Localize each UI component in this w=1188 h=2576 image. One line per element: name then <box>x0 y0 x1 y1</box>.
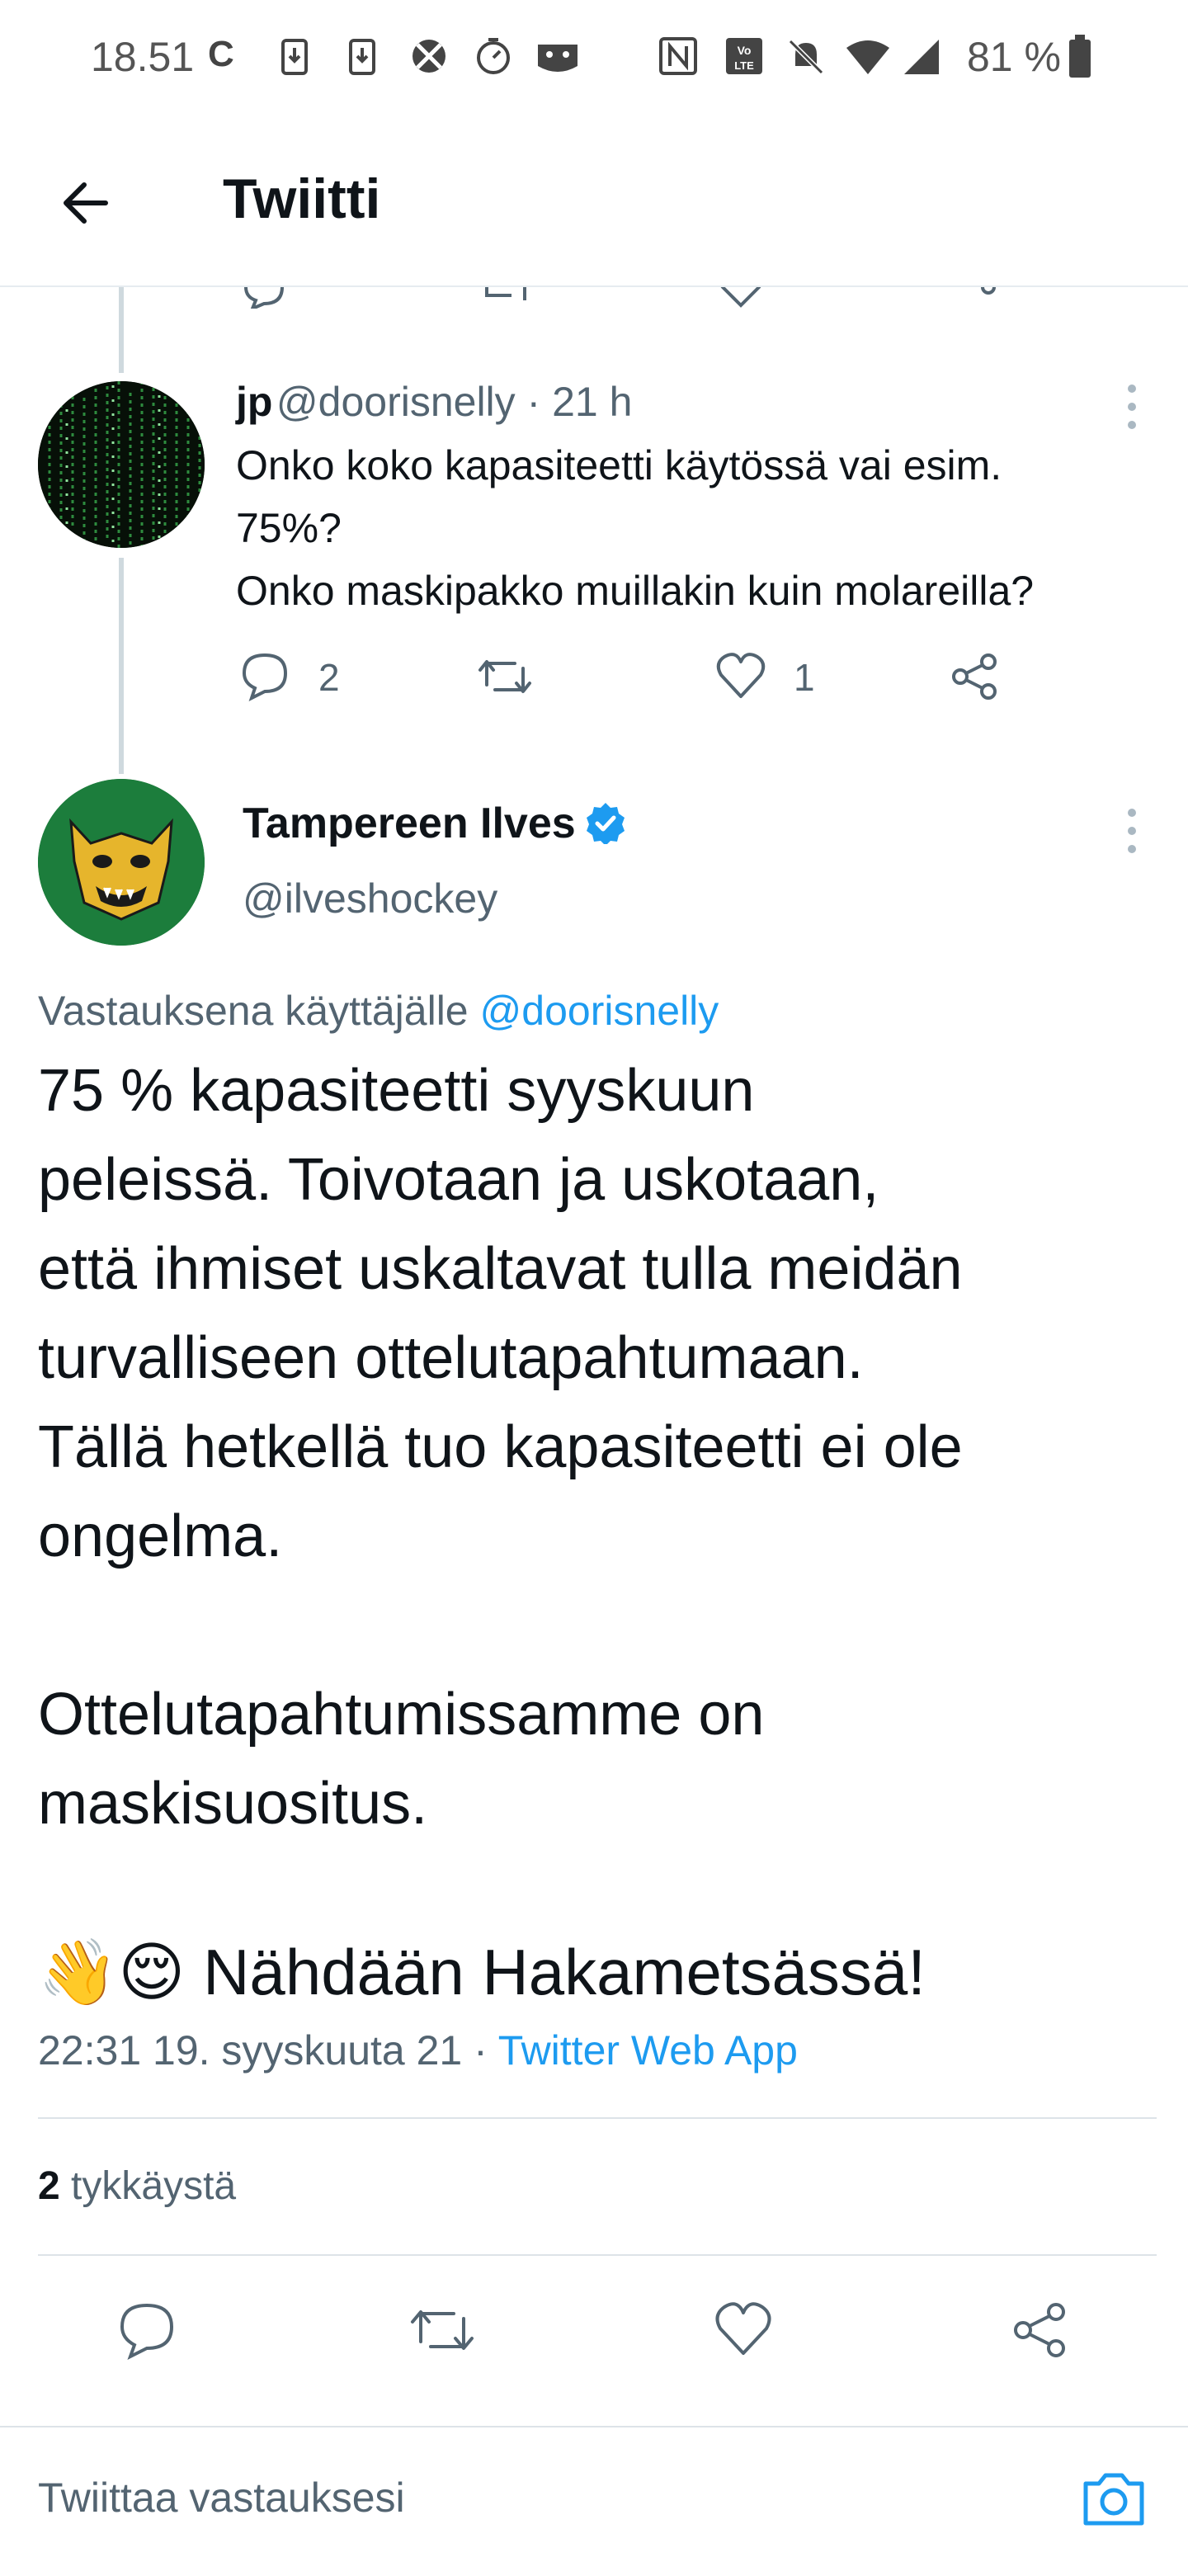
more-options-icon[interactable] <box>1124 809 1140 863</box>
mute-bell-icon <box>788 39 824 75</box>
tweet-actions <box>0 2286 1188 2385</box>
xbox-icon <box>412 40 446 73</box>
author-name-row: Tampereen Ilves <box>243 799 627 848</box>
status-bar: 18.51 C Vo LTE 81 % <box>0 0 1188 116</box>
svg-text:LTE: LTE <box>734 59 754 72</box>
reply-tweet[interactable]: jp @doorisnelly · 21 h Onko koko kapasit… <box>0 363 1188 726</box>
thread-line <box>119 558 124 774</box>
battery-icon <box>1069 35 1091 78</box>
divider <box>38 2117 1157 2119</box>
reply-input[interactable]: Twiittaa vastauksesi <box>38 2474 405 2522</box>
reply-icon[interactable] <box>239 652 290 701</box>
reply-compose-bar[interactable]: Twiittaa vastauksesi <box>0 2426 1188 2576</box>
svg-text:Vo: Vo <box>738 44 752 57</box>
download-icon <box>349 39 375 75</box>
like-icon[interactable] <box>714 652 767 701</box>
likes-summary[interactable]: 2 tykkäystä <box>38 2163 236 2209</box>
avatar[interactable] <box>38 779 205 946</box>
nfc-icon <box>659 37 697 75</box>
reply-text-line: 75%? <box>236 505 342 551</box>
likes-label: tykkäystä <box>71 2164 237 2208</box>
like-icon[interactable] <box>716 287 766 309</box>
share-icon[interactable] <box>1010 2300 1071 2360</box>
retweet-icon[interactable] <box>475 652 535 701</box>
like-icon[interactable] <box>713 2300 774 2360</box>
thread-line <box>119 287 124 373</box>
download-icon <box>281 39 308 75</box>
previous-tweet-actions <box>0 287 1188 309</box>
wifi-icon <box>846 40 889 74</box>
reply-body: Onko koko kapasiteetti käytössä vai esim… <box>236 434 1034 622</box>
replying-to-link[interactable]: @doorisnelly <box>480 988 719 1034</box>
volte-icon: Vo LTE <box>726 38 762 74</box>
signal-icon <box>904 40 939 74</box>
replying-to-label: Vastauksena käyttäjälle <box>38 988 469 1034</box>
page-title: Twiitti <box>223 167 381 230</box>
retweet-icon[interactable] <box>408 2300 477 2360</box>
timer-icon <box>477 38 510 74</box>
more-options-icon[interactable] <box>1124 385 1140 439</box>
source-link[interactable]: Twitter Web App <box>498 2027 798 2074</box>
status-time: 18.51 <box>91 34 195 80</box>
reply-text-line: Onko maskipakko muillakin kuin molareill… <box>236 568 1035 614</box>
app-c-icon: C <box>208 34 234 74</box>
reply-text-line: Onko koko kapasiteetti käytössä vai esim… <box>236 442 1002 488</box>
tweet-body: 75 % kapasiteetti syyskuun peleissä. Toi… <box>38 1058 963 1837</box>
tweet-emoji-line: 👋😌 Nähdään Hakametsässä! <box>38 1936 926 2008</box>
like-count: 1 <box>794 656 815 699</box>
matrix-avatar-image <box>38 381 205 548</box>
reply-icon[interactable] <box>117 2300 177 2360</box>
avatar[interactable] <box>38 381 205 548</box>
retweet-icon[interactable] <box>478 287 536 309</box>
ilves-logo-image <box>38 779 205 946</box>
share-icon[interactable] <box>949 652 1002 701</box>
divider <box>38 2254 1157 2256</box>
reply-count: 2 <box>318 656 340 699</box>
reply-icon[interactable] <box>239 287 289 309</box>
back-arrow-icon[interactable] <box>56 173 116 233</box>
author-handle[interactable]: @ilveshockey <box>243 875 497 922</box>
timestamp-text[interactable]: 22:31 19. syyskuuta 21 · <box>38 2027 488 2074</box>
share-icon[interactable] <box>950 287 1000 309</box>
app-icon <box>538 45 578 72</box>
author-name[interactable]: jp <box>236 379 272 425</box>
top-bar: Twiitti <box>0 116 1188 287</box>
likes-count: 2 <box>38 2164 60 2208</box>
replying-to: Vastauksena käyttäjälle @doorisnelly <box>38 987 719 1035</box>
reply-author-line: jp @doorisnelly · 21 h <box>236 378 632 426</box>
battery-percent: 81 % <box>967 34 1061 80</box>
verified-badge-icon <box>587 803 625 846</box>
author-name[interactable]: Tampereen Ilves <box>243 800 576 847</box>
tweet-timestamp: 22:31 19. syyskuuta 21 · Twitter Web App <box>38 2026 798 2074</box>
camera-icon[interactable] <box>1081 2469 1147 2528</box>
author-handle-time[interactable]: @doorisnelly · 21 h <box>276 379 633 425</box>
